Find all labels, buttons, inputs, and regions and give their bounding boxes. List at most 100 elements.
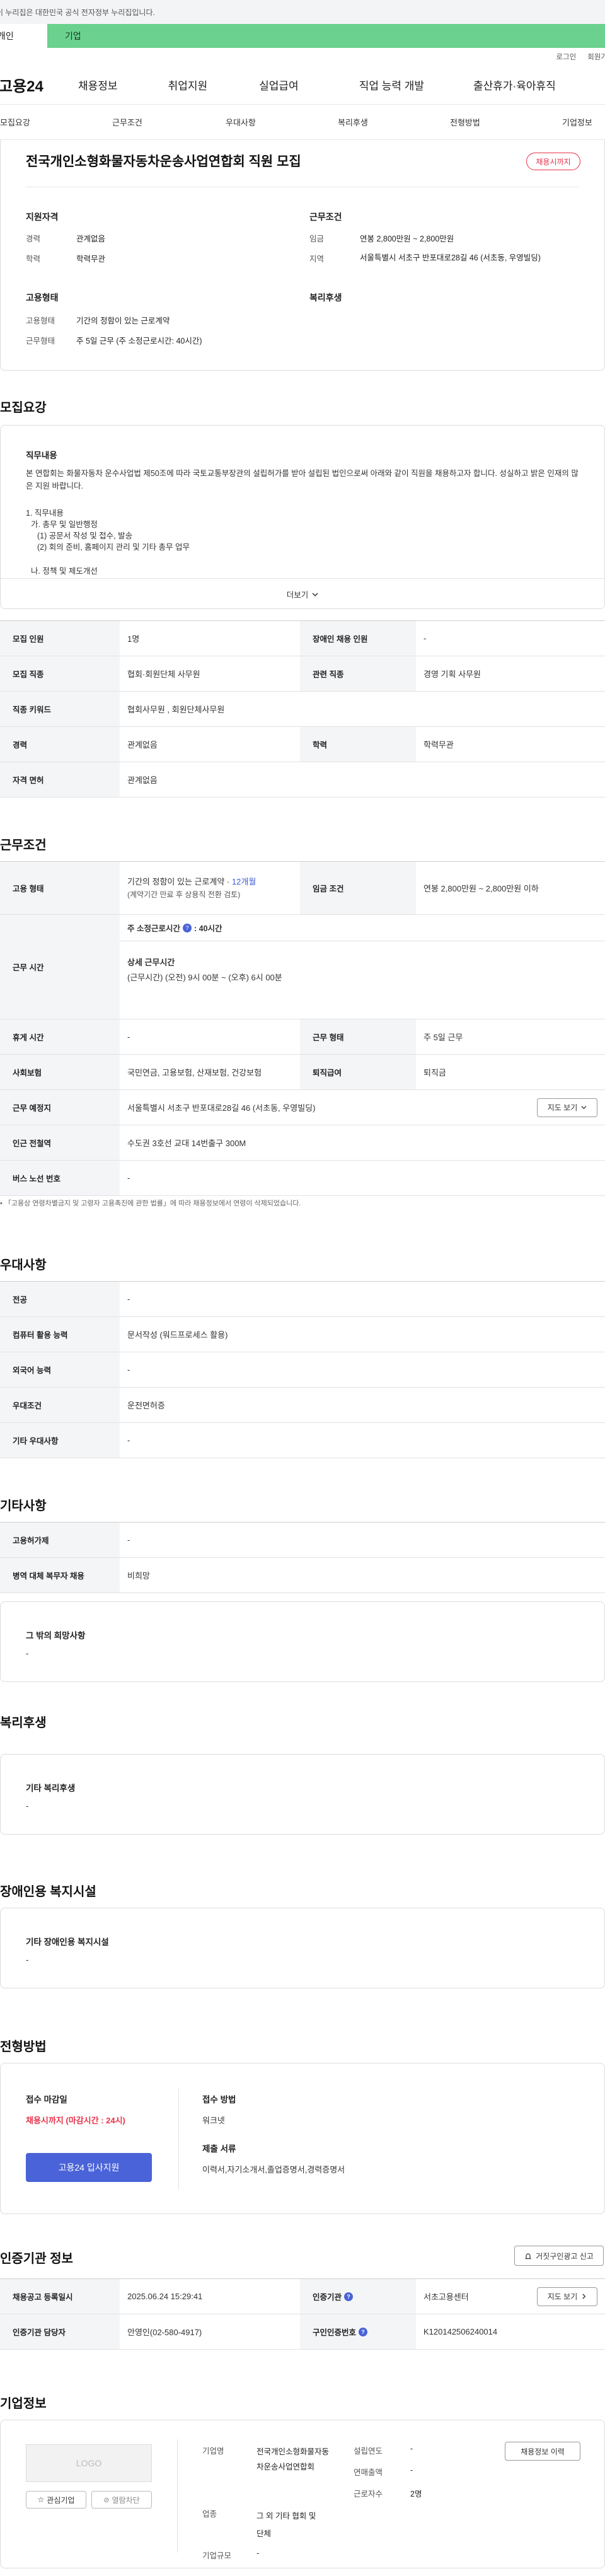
disabled-box: 기타 장애인용 복지시설 - [0,1908,605,1988]
apply-button[interactable]: 고용24 입사지원 [26,2153,152,2182]
duty-line: (2) 회의 준비, 홈페이지 관리 및 기타 총무 업무 [37,543,190,552]
block-view-button[interactable]: ⊘ 열람차단 [91,2491,152,2509]
row-value: 관계없음 [127,775,158,785]
weekly-label: 주 소정근로시간 [127,924,180,933]
more-button[interactable]: 더보기 [1,578,604,608]
gnb-item-training[interactable]: 직업 능력 개발 [359,77,424,93]
tab-personal[interactable]: 개인 [0,24,47,48]
row-value: 안영인(02-580-4917) [127,2328,202,2337]
docs-value: 이력서,자기소개서,졸업증명서,경력증명서 [202,2165,345,2174]
subnav-company[interactable]: 기업정보 [562,116,592,128]
area-value: 서울특별시 서초구 반포대로28길 46 (서초동, 우영빌딩) [360,253,541,262]
chevron-down-icon [581,1105,587,1110]
help-icon[interactable]: ? [359,2327,368,2336]
gnb-item-leave[interactable]: 출산휴가·육아휴직 [473,77,556,93]
subnav-process[interactable]: 전형방법 [450,116,480,128]
emp-period: 12개월 [231,876,256,886]
subnav-work[interactable]: 근무조건 [112,116,142,128]
row-value: 서초고용센터 지도 보기 [416,2279,605,2314]
detail-hours: 상세 근무시간 (근무시간) (오전) 9시 00분 ~ (오후) 6시 00분 [120,941,605,999]
welfare-box-title: 기타 복리후생 [26,1784,76,1793]
site-logo[interactable]: 고용24 [0,74,69,96]
row-value: 국민연금, 고용보험, 산재보험, 건강보험 [127,1068,262,1077]
row-value: - [127,1173,130,1183]
table-row: 외국어 능력 - [0,1352,605,1388]
table-row: 고용 형태 기간의 정함이 있는 근로계약 · 12개월 (계약기간 만료 후 … [0,862,605,915]
table-row: 사회보험 국민연금, 고용보험, 산재보험, 건강보험 퇴직급여 퇴직금 [0,1055,605,1090]
map-view-button[interactable]: 지도 보기 [537,1098,597,1117]
interest-label: 관심기업 [47,2495,75,2505]
emp-type-line: 기간의 정함이 있는 근로계약 · 12개월 [127,876,256,886]
duty-title: 직무내용 [26,451,57,460]
row-header: 휴게 시간 [0,1019,120,1054]
work-time-cell: 주 소정근로시간 ? : 40시간 상세 근무시간 (근무시간) (오전) 9시… [120,915,605,1019]
row-header: 모집 직종 [0,656,120,691]
row-value: K120142506240014 [424,2327,498,2336]
welfare-title: 복리후생 [309,293,342,303]
tab-company-label: 기업 [65,31,81,41]
tab-personal-label: 개인 [0,31,14,41]
etc-box-value: - [26,1649,29,1658]
row-header: 병역 대체 복무자 채용 [0,1558,120,1593]
recruit-table: 모집 인원 1명 장애인 채용 인원 - 모집 직종 협회·회원단체 사무원 관… [0,620,605,798]
subnav-welfare[interactable]: 복리후생 [338,116,368,128]
row-value: 2025.06.24 15:29:41 [127,2292,203,2301]
row-header: 전공 [0,1282,120,1316]
more-label: 더보기 [286,591,309,600]
gnb-item-jobs[interactable]: 채용정보 [78,77,118,93]
block-label: 열람차단 [112,2495,140,2505]
help-icon[interactable]: ? [182,923,192,932]
login-link[interactable]: 로그인 [556,52,577,62]
row-value: 주 5일 근무 [424,1033,463,1042]
year-label: 설립연도 [354,2447,383,2456]
false-ad-report-button[interactable]: 거짓구인광고 신고 [514,2246,604,2266]
disabled-box-title: 기타 장애인용 복지시설 [26,1937,109,1947]
table-row: 버스 노선 번호 - [0,1161,605,1196]
help-icon[interactable]: ? [344,2292,354,2301]
edu-label: 학력 [26,255,41,264]
row-value: - [127,1535,130,1545]
row-header: 사회보험 [0,1055,120,1089]
career-label: 경력 [26,235,41,243]
pref-table: 전공 - 컴퓨터 활용 능력 문서작성 (워드프로세스 활용) 외국어 능력 - 우대… [0,1281,605,1458]
table-row: 모집 직종 협회·회원단체 사무원 관련 직종 경영 기획 사무원 [0,656,605,692]
deadline-badge: 채용시까지 [526,153,580,170]
org-value: 서초고용센터 [424,2292,469,2302]
gov-banner: 이 누리집은 대한민국 공식 전자정부 누리집입니다. [0,0,605,24]
gnb-item-unemployment[interactable]: 실업급여 [259,77,299,93]
row-header: 장애인 채용 인원 [300,621,416,656]
org-label: 인증기관 [313,2293,342,2302]
staff-label: 근로자수 [354,2490,383,2498]
emp-type-value: 기간의 정함이 있는 근로계약 [127,876,225,886]
chevron-down-icon [312,591,318,598]
row-value: - [127,1294,130,1304]
year-value: - [410,2444,413,2453]
table-row: 근무 시간 주 소정근로시간 ? : 40시간 상세 근무시간 (근무시간) (… [0,915,605,1019]
interest-company-button[interactable]: ☆ 관심기업 [26,2491,86,2509]
signup-link[interactable]: 회원가 [587,52,605,62]
row-header: 고용허가제 [0,1523,120,1557]
duty-line: (1) 공문서 작성 및 접수, 발송 [37,531,133,540]
tab-company[interactable]: 기업 [47,24,605,48]
worktype-value: 주 5일 근무 (주 소정근로시간: 40시간) [76,337,202,345]
row-header: 경력 [0,727,120,762]
recruit-history-button[interactable]: 채용정보 이력 [505,2442,580,2461]
subnav-recruit[interactable]: 모집요강 [0,116,30,128]
deadline-value: 채용시까지 (마감시간 : 24시) [26,2116,125,2125]
subnav-pref[interactable]: 우대사항 [226,116,256,128]
table-row: 모집 인원 1명 장애인 채용 인원 - [0,621,605,656]
pref-section-title: 우대사항 [0,1258,47,1272]
row-value: 퇴직금 [424,1068,446,1077]
gnb-item-employment-support[interactable]: 취업지원 [168,77,208,93]
deadline-label: 접수 마감일 [26,2095,67,2104]
disabled-section-title: 장애인용 복지시설 [0,1885,96,1899]
method-label: 접수 방법 [202,2095,236,2104]
row-header: 근무 예정지 [0,1090,120,1125]
name-label: 기업명 [202,2447,224,2456]
cert-map-button[interactable]: 지도 보기 [537,2287,597,2306]
row-value: 수도권 3호선 교대 14번출구 300M [127,1139,246,1148]
place-value: 서울특별시 서초구 반포대로28길 46 (서초동, 우영빌딩) [127,1103,316,1113]
job-summary-card: 전국개인소형화물자동차운송사업연합회 직원 모집 채용시까지 지원자격 경력 관… [0,140,605,371]
emp-type-cell: 기간의 정함이 있는 근로계약 · 12개월 (계약기간 만료 후 상용직 전환… [120,862,300,914]
siren-icon [524,2252,532,2260]
